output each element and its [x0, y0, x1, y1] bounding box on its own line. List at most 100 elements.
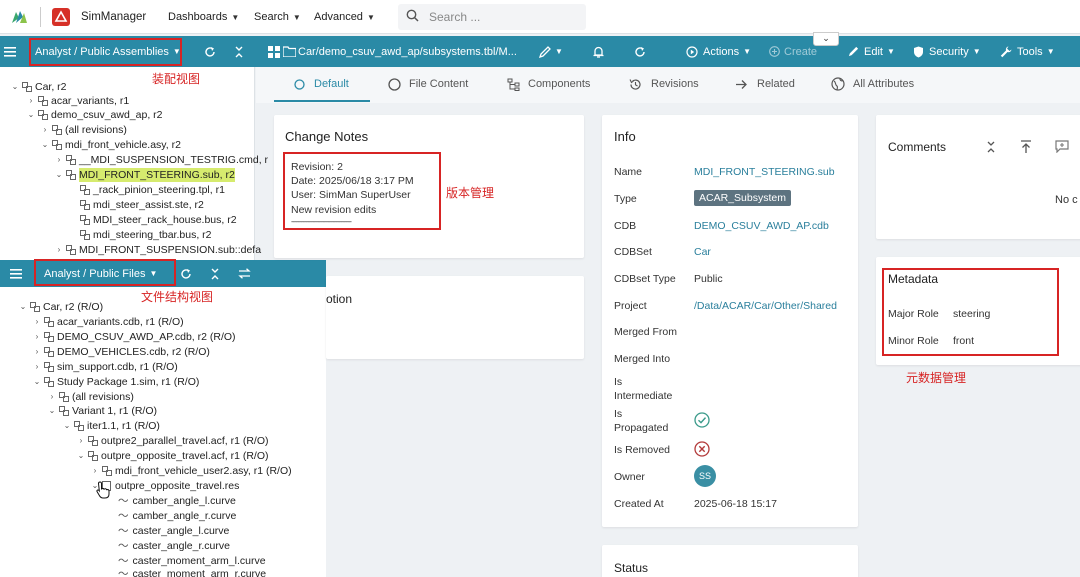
tree-row[interactable]: MDI_steer_rack_house.bus, r2	[68, 213, 237, 227]
chevron-right-icon[interactable]: ›	[90, 464, 100, 478]
tab-all-attributes[interactable]: All Attributes	[831, 67, 914, 101]
reload-icon[interactable]	[634, 36, 646, 67]
is-intermediate-label-2: Intermediate	[614, 390, 673, 402]
cdbset-value[interactable]: Car	[694, 246, 711, 258]
tree-row[interactable]: › outpre2_parallel_travel.acf, r1 (R/O)	[76, 434, 269, 448]
chevron-right-icon[interactable]: ›	[76, 434, 86, 448]
comments-title: Comments	[888, 140, 947, 154]
tree-row[interactable]: › (all revisions)	[40, 123, 127, 137]
cdb-value[interactable]: DEMO_CSUV_AWD_AP.cdb	[694, 220, 829, 232]
tree-row[interactable]: 〜 caster_angle_l.curve	[106, 524, 229, 538]
refresh-icon[interactable]	[180, 260, 192, 287]
tree-row[interactable]: ⌄ mdi_front_vehicle.asy, r2	[40, 138, 181, 152]
tree-row[interactable]: mdi_steering_tbar.bus, r2	[68, 228, 211, 242]
tree-row[interactable]: ⌄ outpre_opposite_travel.res	[90, 479, 240, 493]
tree-row[interactable]: › mdi_front_vehicle_user2.asy, r1 (R/O)	[90, 464, 292, 478]
tree-row[interactable]: 〜 caster_moment_arm_l.curve	[106, 554, 266, 568]
create-menu[interactable]: Create	[769, 36, 817, 67]
type-badge: ACAR_Subsystem	[694, 190, 791, 206]
chevron-right-icon[interactable]: ›	[26, 94, 36, 108]
tree-row[interactable]: › __MDI_SUSPENSION_TESTRIG.cmd, r	[54, 153, 268, 167]
edit-menu[interactable]: Edit ▼	[848, 36, 895, 67]
tree-row[interactable]: ⌄ demo_csuv_awd_ap, r2	[26, 108, 163, 122]
tree-row[interactable]: mdi_steer_assist.ste, r2	[68, 198, 204, 212]
tree-row[interactable]: ⌄ Car, r2 (R/O)	[18, 300, 103, 314]
tree-row[interactable]: 〜 caster_angle_r.curve	[106, 539, 230, 553]
search-box[interactable]	[398, 4, 586, 30]
tree-row[interactable]: 〜 camber_angle_r.curve	[106, 509, 236, 523]
tab-default[interactable]: Default	[294, 67, 349, 101]
tree-row[interactable]: › acar_variants, r1	[26, 94, 130, 108]
hamburger-menu-icon[interactable]	[4, 36, 16, 67]
node-icon	[52, 125, 62, 135]
tab-related[interactable]: Related	[735, 67, 795, 101]
tree-row-label: camber_angle_r.curve	[132, 510, 237, 522]
hamburger-menu-icon[interactable]	[10, 260, 22, 287]
tree-row[interactable]: 〜 camber_angle_l.curve	[106, 494, 236, 508]
security-menu[interactable]: Security ▼	[913, 36, 981, 67]
tree-row-label: Study Package 1.sim, r1 (R/O)	[57, 376, 200, 388]
chevron-right-icon[interactable]: ›	[32, 330, 42, 344]
tab-file-content[interactable]: File Content	[388, 67, 468, 101]
project-value[interactable]: /Data/ACAR/Car/Other/Shared	[694, 300, 837, 312]
tree-row[interactable]: › DEMO_VEHICLES.cdb, r2 (R/O)	[32, 345, 210, 359]
tree-row[interactable]: _rack_pinion_steering.tpl, r1	[68, 183, 225, 197]
tree-row[interactable]: 〜 caster_moment_arm_r.curve	[106, 567, 266, 577]
name-value[interactable]: MDI_FRONT_STEERING.sub	[694, 166, 835, 178]
chevron-right-icon[interactable]: ›	[32, 345, 42, 359]
chevron-down-icon[interactable]: ⌄	[32, 375, 42, 389]
chevron-down-icon[interactable]: ⌄	[47, 404, 57, 418]
chevron-down-icon[interactable]: ⌄	[18, 300, 28, 314]
tree-row[interactable]: ⌄ iter1.1, r1 (R/O)	[62, 419, 160, 433]
chevron-down-icon[interactable]: ⌄	[76, 449, 86, 463]
avatar[interactable]: SS	[694, 465, 716, 487]
bell-icon[interactable]	[593, 36, 604, 67]
tree-row-label: sim_support.cdb, r1 (R/O)	[57, 361, 178, 373]
tree-row-label: (all revisions)	[72, 391, 134, 403]
tree-row-label: outpre_opposite_travel.acf, r1 (R/O)	[101, 450, 269, 462]
chevron-down-icon[interactable]: ⌄	[813, 32, 839, 46]
grid-icon[interactable]	[268, 36, 280, 67]
tree-row[interactable]: › sim_support.cdb, r1 (R/O)	[32, 360, 178, 374]
menu-dashboards[interactable]: Dashboards ▼	[168, 0, 239, 34]
chevron-down-icon[interactable]: ⌄	[40, 138, 50, 152]
search-input[interactable]	[429, 10, 579, 24]
actions-menu[interactable]: Actions ▼	[686, 36, 751, 67]
chevron-down-icon[interactable]: ⌄	[10, 80, 20, 94]
collapse-icon[interactable]	[210, 260, 220, 287]
chevron-right-icon[interactable]: ›	[54, 153, 64, 167]
collapse-icon[interactable]	[234, 36, 244, 67]
tree-row[interactable]: › acar_variants.cdb, r1 (R/O)	[32, 315, 184, 329]
simmanager-logo-icon[interactable]	[52, 0, 70, 34]
tree-row-selected[interactable]: ⌄ MDI_FRONT_STEERING.sub, r2	[54, 168, 235, 182]
tools-menu[interactable]: Tools ▼	[1000, 36, 1055, 67]
tree-row[interactable]: › DEMO_CSUV_AWD_AP.cdb, r2 (R/O)	[32, 330, 236, 344]
tree-row[interactable]: › (all revisions)	[47, 390, 134, 404]
tree-row[interactable]: ⌄ outpre_opposite_travel.acf, r1 (R/O)	[76, 449, 269, 463]
swap-icon[interactable]	[238, 260, 251, 287]
scroll-top-icon[interactable]	[1020, 140, 1032, 157]
chevron-right-icon[interactable]: ›	[54, 243, 64, 257]
chevron-down-icon[interactable]: ⌄	[26, 108, 36, 122]
chevron-right-icon[interactable]: ›	[32, 315, 42, 329]
chevron-right-icon[interactable]: ›	[32, 360, 42, 374]
app-logo-icon[interactable]	[10, 0, 28, 34]
menu-advanced[interactable]: Advanced ▼	[314, 0, 375, 34]
node-icon	[66, 155, 76, 165]
menu-search[interactable]: Search ▼	[254, 0, 301, 34]
node-icon	[22, 82, 32, 92]
add-comment-icon[interactable]	[1055, 140, 1069, 156]
tree-row[interactable]: ⌄ Variant 1, r1 (R/O)	[47, 404, 157, 418]
chevron-down-icon[interactable]: ⌄	[54, 168, 64, 182]
tree-row[interactable]: ⌄ Study Package 1.sim, r1 (R/O)	[32, 375, 200, 389]
collapse-icon[interactable]	[986, 141, 996, 156]
tab-revisions[interactable]: Revisions	[629, 67, 699, 101]
chevron-right-icon[interactable]: ›	[40, 123, 50, 137]
edit-pencil-dropdown[interactable]: ▼	[539, 36, 563, 67]
tab-components[interactable]: Components	[507, 67, 590, 101]
chevron-right-icon[interactable]: ›	[47, 390, 57, 404]
refresh-icon[interactable]	[204, 36, 216, 67]
tree-row[interactable]: ⌄ Car, r2	[10, 80, 67, 94]
chevron-down-icon[interactable]: ⌄	[62, 419, 72, 433]
tree-row[interactable]: › MDI_FRONT_SUSPENSION.sub::defa	[54, 243, 261, 257]
